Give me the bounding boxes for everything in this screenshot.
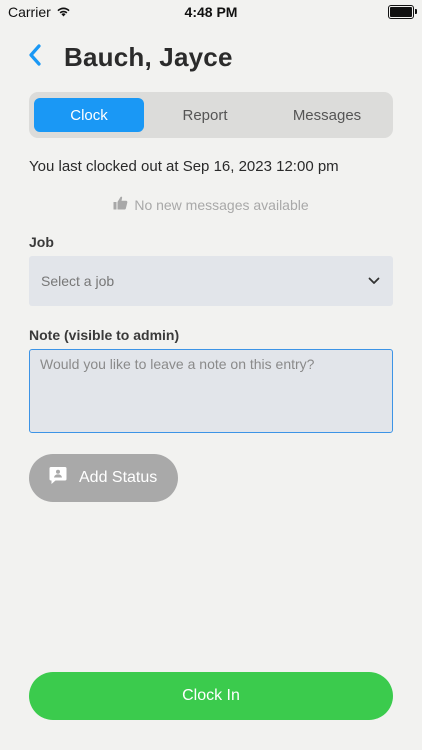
add-status-label: Add Status xyxy=(79,469,158,486)
messages-status-text: No new messages available xyxy=(134,196,309,213)
note-label: Note (visible to admin) xyxy=(29,327,180,343)
status-message-icon xyxy=(49,466,67,490)
messages-status: No new messages available xyxy=(0,196,422,213)
chevron-left-icon xyxy=(28,43,42,71)
last-clocked-text: You last clocked out at Sep 16, 2023 12:… xyxy=(29,158,339,175)
job-select[interactable]: Select a job xyxy=(29,256,393,306)
tab-report[interactable]: Report xyxy=(144,98,266,132)
note-field[interactable] xyxy=(29,349,393,433)
tab-clock[interactable]: Clock xyxy=(34,98,144,132)
status-bar: Carrier 4:48 PM xyxy=(0,0,422,24)
job-label: Job xyxy=(29,234,54,250)
status-time: 4:48 PM xyxy=(184,4,238,20)
page-title: Bauch, Jayce xyxy=(64,41,233,72)
clock-in-button[interactable]: Clock In xyxy=(29,672,393,720)
tab-messages[interactable]: Messages xyxy=(266,98,388,132)
back-button[interactable] xyxy=(28,38,54,76)
battery-icon xyxy=(388,5,417,19)
thumbs-up-icon xyxy=(113,196,128,213)
add-status-button[interactable]: Add Status xyxy=(29,454,178,502)
tab-bar: Clock Report Messages xyxy=(29,92,393,138)
chevron-down-icon xyxy=(367,274,381,288)
header: Bauch, Jayce xyxy=(28,38,233,76)
job-select-placeholder: Select a job xyxy=(41,273,115,289)
